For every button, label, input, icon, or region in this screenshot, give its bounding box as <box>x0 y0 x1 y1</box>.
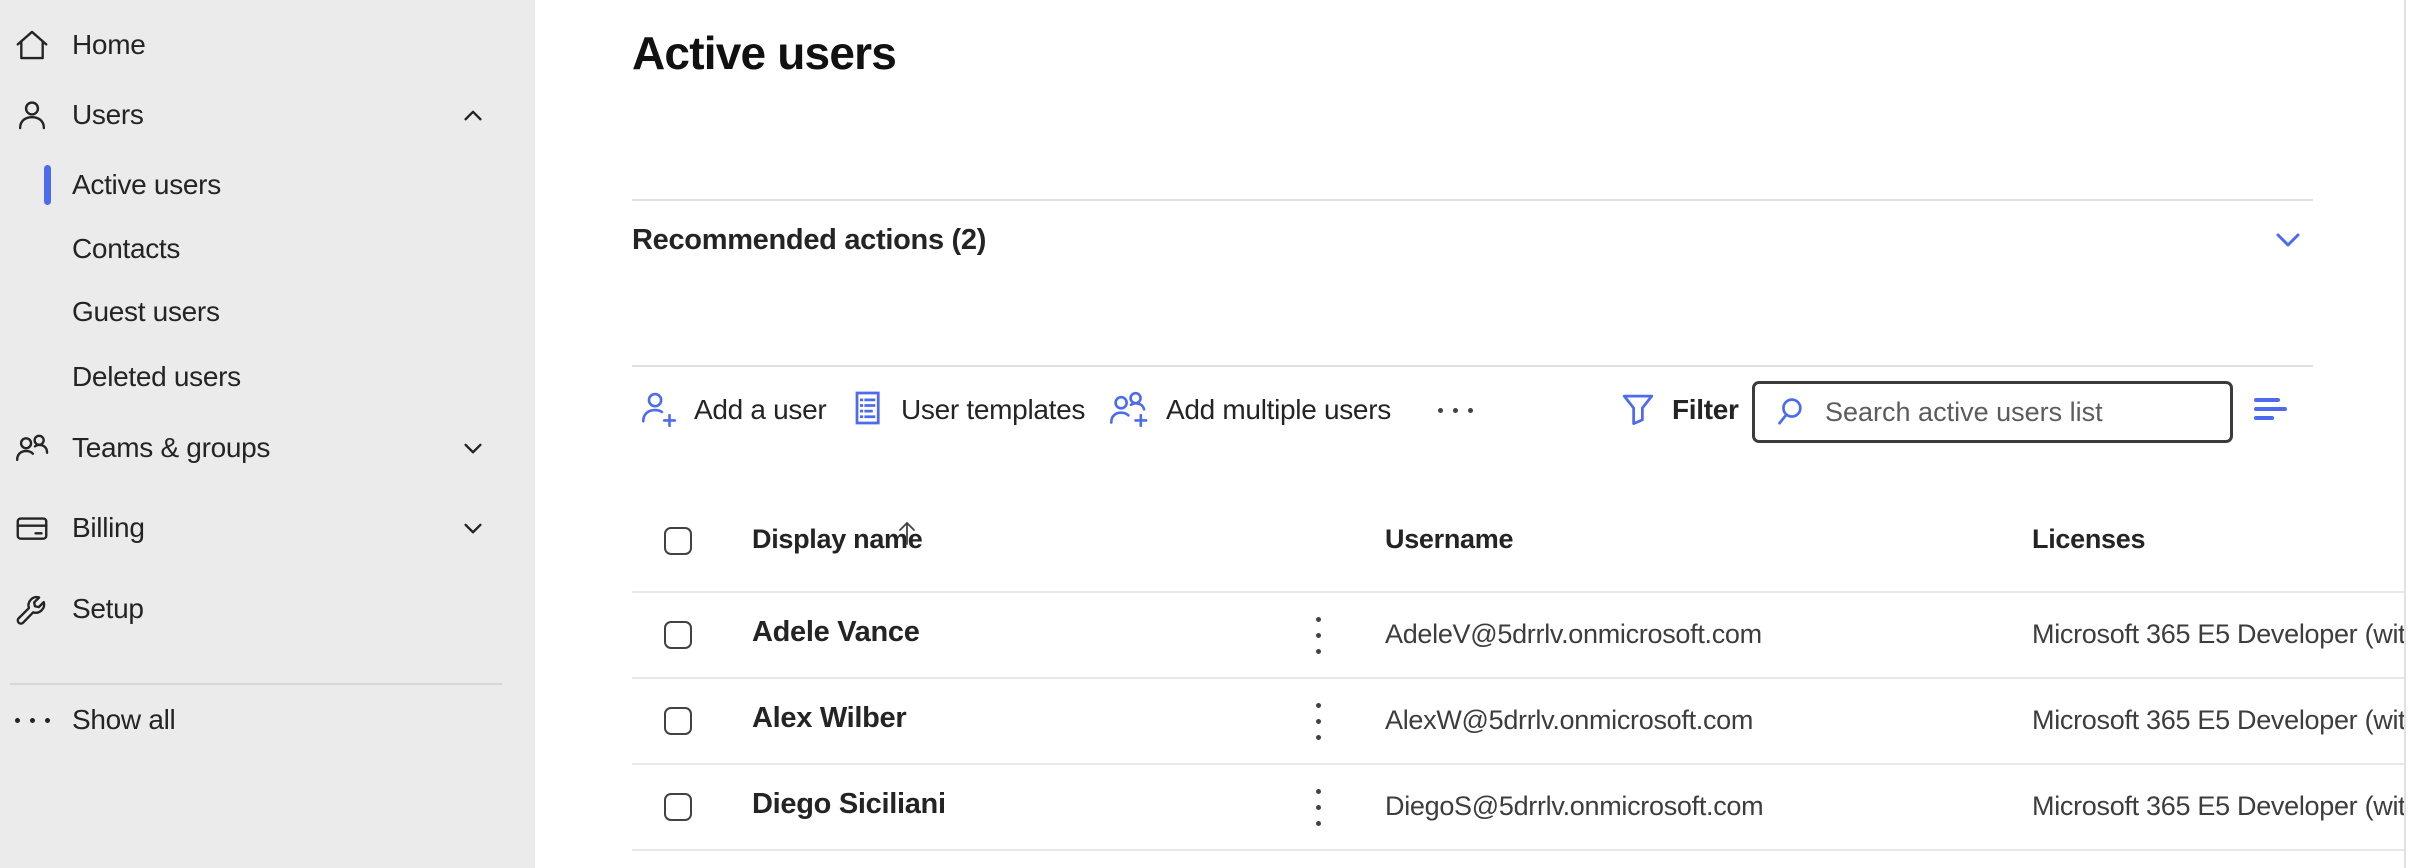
search-box <box>1752 381 2233 443</box>
cell-username: AlexW@5drrlv.onmicrosoft.com <box>1385 705 1753 736</box>
column-header-username[interactable]: Username <box>1385 524 1513 555</box>
sort-lines-icon[interactable] <box>2254 398 2288 422</box>
table-row[interactable]: Adele Vance AdeleV@5drrlv.onmicrosoft.co… <box>0 592 2405 678</box>
sort-ascending-arrow-icon <box>896 518 918 553</box>
sidebar-item-label: Deleted users <box>72 361 241 393</box>
cell-licenses: Microsoft 365 E5 Developer (withou <box>2032 791 2405 822</box>
home-icon <box>12 25 52 65</box>
more-ellipsis-icon <box>1438 408 1473 413</box>
sidebar-item-label: Guest users <box>72 296 220 328</box>
divider <box>632 365 2313 367</box>
chevron-down-icon[interactable] <box>2266 218 2310 262</box>
sidebar-item-active-users[interactable]: Active users <box>0 157 535 213</box>
user-templates-button[interactable]: User templates <box>847 380 1085 440</box>
page-title: Active users <box>632 26 896 80</box>
template-list-icon <box>847 388 887 433</box>
divider <box>632 199 2313 201</box>
cell-display-name[interactable]: Diego Siciliani <box>752 788 946 821</box>
sidebar-item-home[interactable]: Home <box>0 17 535 73</box>
selected-indicator <box>44 165 51 205</box>
search-input[interactable] <box>1825 397 2185 428</box>
select-all-checkbox[interactable] <box>664 527 692 555</box>
sidebar-item-label: Home <box>72 29 146 61</box>
filter-label: Filter <box>1672 394 1739 426</box>
filter-button[interactable]: Filter <box>1618 380 1739 440</box>
recommended-actions-heading[interactable]: Recommended actions (2) <box>632 224 986 257</box>
people-icon <box>12 428 52 468</box>
sidebar-item-guest-users[interactable]: Guest users <box>0 284 535 340</box>
chevron-down-icon[interactable] <box>456 511 490 545</box>
add-multiple-users-button[interactable]: Add multiple users <box>1106 380 1391 440</box>
chevron-down-icon[interactable] <box>456 431 490 465</box>
sidebar-item-users[interactable]: Users <box>0 87 535 143</box>
table-row[interactable]: Diego Siciliani DiegoS@5drrlv.onmicrosof… <box>0 764 2405 850</box>
sidebar-item-deleted-users[interactable]: Deleted users <box>0 349 535 405</box>
cell-display-name[interactable]: Adele Vance <box>752 616 920 649</box>
person-icon <box>12 95 52 135</box>
user-templates-label: User templates <box>901 394 1085 426</box>
sidebar-item-teams-groups[interactable]: Teams & groups <box>0 420 535 476</box>
more-actions-button[interactable] <box>1438 380 1473 440</box>
people-add-icon <box>1106 387 1152 434</box>
table-row[interactable]: Alex Wilber AlexW@5drrlv.onmicrosoft.com… <box>0 678 2405 764</box>
sidebar-item-contacts[interactable]: Contacts <box>0 221 535 277</box>
sidebar-item-billing[interactable]: Billing <box>0 500 535 556</box>
cell-licenses: Microsoft 365 E5 Developer (withou <box>2032 619 2405 650</box>
sidebar-item-label: Billing <box>72 512 145 544</box>
add-a-user-button[interactable]: Add a user <box>638 380 826 440</box>
add-a-user-label: Add a user <box>694 394 826 426</box>
filter-funnel-icon <box>1618 388 1658 433</box>
sidebar-item-label: Active users <box>72 169 221 201</box>
admin-center-active-users-page: Home Users Active users Contacts Guest <box>0 0 2412 868</box>
sidebar-item-label: Users <box>72 99 144 131</box>
content-right-edge <box>2404 0 2406 868</box>
column-header-licenses[interactable]: Licenses <box>2032 524 2145 555</box>
row-checkbox[interactable] <box>664 793 692 821</box>
row-checkbox[interactable] <box>664 621 692 649</box>
chevron-up-icon[interactable] <box>456 98 490 132</box>
row-checkbox[interactable] <box>664 707 692 735</box>
cell-display-name[interactable]: Alex Wilber <box>752 702 906 735</box>
cell-username: DiegoS@5drrlv.onmicrosoft.com <box>1385 791 1763 822</box>
sidebar-item-label: Contacts <box>72 233 180 265</box>
credit-card-icon <box>12 508 52 548</box>
row-more-kebab-icon[interactable] <box>1310 612 1326 658</box>
cell-username: AdeleV@5drrlv.onmicrosoft.com <box>1385 619 1762 650</box>
person-add-icon <box>638 387 680 434</box>
sidebar-item-label: Teams & groups <box>72 432 270 464</box>
cell-licenses: Microsoft 365 E5 Developer (withou <box>2032 705 2405 736</box>
add-multiple-users-label: Add multiple users <box>1166 394 1391 426</box>
search-icon <box>1775 394 1811 430</box>
row-more-kebab-icon[interactable] <box>1310 698 1326 744</box>
row-more-kebab-icon[interactable] <box>1310 784 1326 830</box>
row-divider <box>632 849 2405 851</box>
